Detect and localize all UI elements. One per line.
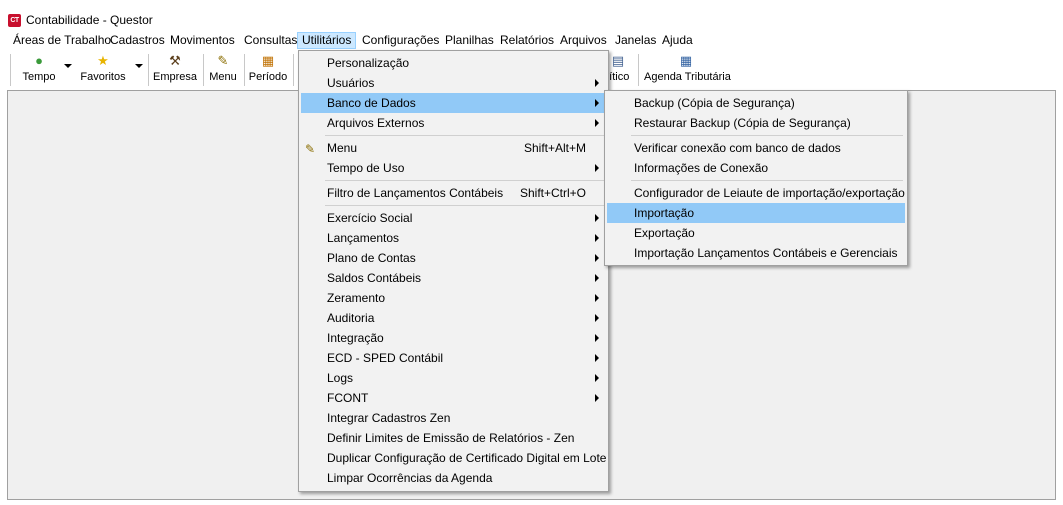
menu-tree-icon: ✎ (217, 53, 229, 68)
submenu-item-importacao-lancamentos[interactable]: Importação Lançamentos Contábeis e Geren… (607, 243, 905, 263)
menu-planilhas[interactable]: Planilhas (441, 32, 498, 49)
menu-item-plano-de-contas[interactable]: Plano de Contas (301, 248, 606, 268)
menu-item-menu[interactable]: ✎ Menu Shift+Alt+M (301, 138, 606, 158)
submenu-arrow-icon (595, 119, 599, 127)
submenu-item-configurador-leiaute[interactable]: Configurador de Leiaute de importação/ex… (607, 183, 905, 203)
menu-relatorios[interactable]: Relatórios (496, 32, 558, 49)
menu-janelas[interactable]: Janelas (611, 32, 660, 49)
menu-movimentos[interactable]: Movimentos (166, 32, 239, 49)
menu-cadastros[interactable]: Cadastros (106, 32, 169, 49)
menu-areas-de-trabalho[interactable]: Áreas de Trabalho (9, 32, 115, 49)
menu-arquivos[interactable]: Arquivos (556, 32, 611, 49)
favoritos-dropdown-arrow[interactable] (135, 64, 143, 68)
menu-ajuda[interactable]: Ajuda (658, 32, 697, 49)
agenda-tributaria-button[interactable]: ▦ Agenda Tributária (644, 52, 731, 88)
menu-consultas[interactable]: Consultas (240, 32, 301, 49)
submenu-arrow-icon (595, 334, 599, 342)
submenu-arrow-icon (595, 374, 599, 382)
submenu-arrow-icon (595, 294, 599, 302)
submenu-item-verificar-conexao[interactable]: Verificar conexão com banco de dados (607, 138, 905, 158)
menu-separator (631, 180, 903, 181)
submenu-arrow-icon (595, 254, 599, 262)
menu-item-integrar-cadastros-zen[interactable]: Integrar Cadastros Zen (301, 408, 606, 428)
menu-item-limpar-ocorrencias[interactable]: Limpar Ocorrências da Agenda (301, 468, 606, 488)
toolbar-separator (638, 54, 639, 86)
submenu-item-importacao[interactable]: Importação (607, 203, 905, 223)
star-icon: ★ (97, 53, 109, 68)
menu-separator (325, 205, 604, 206)
toolbar-separator (148, 54, 149, 86)
menu-item-auditoria[interactable]: Auditoria (301, 308, 606, 328)
toolbar-grip (10, 54, 11, 86)
title-bar: CT Contabilidade - Questor (0, 0, 1063, 30)
menu-item-lancamentos[interactable]: Lançamentos (301, 228, 606, 248)
utilitarios-menu: Personalização Usuários Banco de Dados A… (298, 50, 609, 492)
submenu-item-backup[interactable]: Backup (Cópia de Segurança) (607, 93, 905, 113)
menu-item-banco-de-dados[interactable]: Banco de Dados (301, 93, 606, 113)
empresa-label: Empresa (153, 71, 198, 83)
periodo-label: Período (248, 71, 288, 83)
toolbar-separator (203, 54, 204, 86)
submenu-item-informacoes-conexao[interactable]: Informações de Conexão (607, 158, 905, 178)
menu-item-saldos-contabeis[interactable]: Saldos Contábeis (301, 268, 606, 288)
window-title: Contabilidade - Questor (26, 13, 153, 27)
empresa-button[interactable]: ⚒ Empresa (153, 52, 197, 88)
submenu-arrow-icon (595, 164, 599, 172)
tempo-dropdown-arrow[interactable] (64, 64, 72, 68)
periodo-button[interactable]: ▦ Período (248, 52, 288, 88)
banco-de-dados-submenu: Backup (Cópia de Segurança) Restaurar Ba… (604, 90, 908, 266)
menu-item-integracao[interactable]: Integração (301, 328, 606, 348)
menu-separator (325, 135, 604, 136)
submenu-item-restaurar-backup[interactable]: Restaurar Backup (Cópia de Segurança) (607, 113, 905, 133)
tempo-button[interactable]: ● Tempo (18, 52, 60, 88)
calendar-icon: ▦ (261, 53, 275, 68)
calendar-grid-icon: ▦ (679, 53, 693, 68)
favoritos-button[interactable]: ★ Favoritos (78, 52, 128, 88)
submenu-arrow-icon (595, 314, 599, 322)
company-icon: ⚒ (169, 53, 181, 68)
submenu-arrow-icon (595, 79, 599, 87)
menu-utilitarios[interactable]: Utilitários (297, 32, 357, 49)
app-icon: CT (8, 14, 21, 27)
menu-item-fcont[interactable]: FCONT (301, 388, 606, 408)
submenu-item-exportacao[interactable]: Exportação (607, 223, 905, 243)
menu-item-exercicio-social[interactable]: Exercício Social (301, 208, 606, 228)
menu-item-logs[interactable]: Logs (301, 368, 606, 388)
menu-configuracoes[interactable]: Configurações (358, 32, 443, 49)
menu-button[interactable]: ✎ Menu (207, 52, 239, 88)
shortcut-text: Shift+Alt+M (523, 141, 586, 155)
favoritos-label: Favoritos (80, 71, 126, 83)
menu-item-arquivos-externos[interactable]: Arquivos Externos (301, 113, 606, 133)
analytics-icon: ▤ (611, 53, 625, 68)
menu-item-tempo-de-uso[interactable]: Tempo de Uso (301, 158, 606, 178)
shortcut-text: Shift+Ctrl+O (519, 186, 586, 200)
submenu-arrow-icon (595, 274, 599, 282)
menu-label: Menu (209, 71, 237, 83)
tempo-label: Tempo (22, 71, 56, 83)
toolbar-separator (293, 54, 294, 86)
submenu-arrow-icon (595, 234, 599, 242)
submenu-arrow-icon (595, 354, 599, 362)
agenda-tributaria-label: Agenda Tributária (644, 71, 731, 83)
clock-icon: ● (35, 53, 43, 68)
submenu-arrow-icon (595, 394, 599, 402)
toolbar-separator (244, 54, 245, 86)
menu-item-usuarios[interactable]: Usuários (301, 73, 606, 93)
menu-item-filtro-lancamentos[interactable]: Filtro de Lançamentos Contábeis Shift+Ctr… (301, 183, 606, 203)
menu-item-personalizacao[interactable]: Personalização (301, 53, 606, 73)
menu-bar: Áreas de Trabalho Cadastros Movimentos C… (0, 32, 1063, 50)
menu-tree-icon: ✎ (305, 142, 316, 156)
submenu-arrow-icon (595, 214, 599, 222)
submenu-arrow-icon (595, 99, 599, 107)
menu-separator (631, 135, 903, 136)
menu-separator (325, 180, 604, 181)
menu-item-definir-limites[interactable]: Definir Limites de Emissão de Relatórios… (301, 428, 606, 448)
menu-item-zeramento[interactable]: Zeramento (301, 288, 606, 308)
menu-item-duplicar-certificado[interactable]: Duplicar Configuração de Certificado Dig… (301, 448, 606, 468)
menu-item-ecd-sped[interactable]: ECD - SPED Contábil (301, 348, 606, 368)
